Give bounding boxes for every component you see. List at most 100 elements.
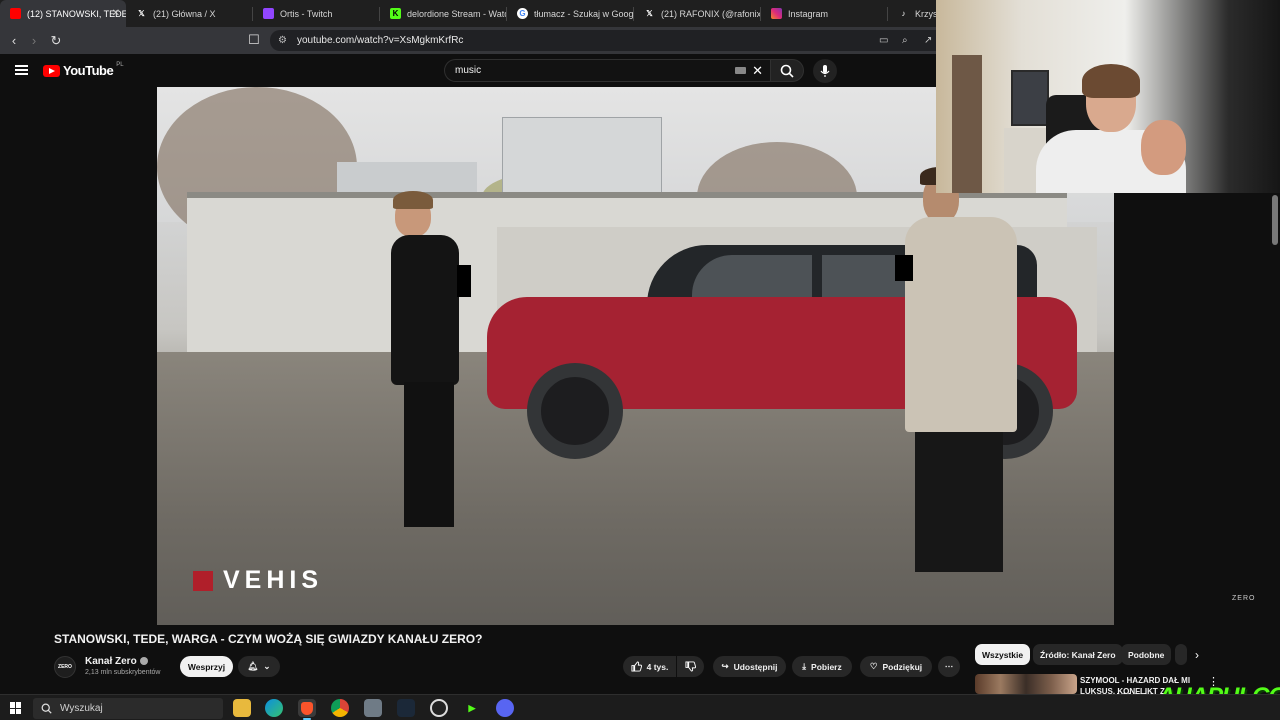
share-button[interactable]: ↪ Udostępnij	[713, 656, 786, 677]
search-input[interactable]: music ✕	[444, 59, 770, 82]
instagram-icon	[771, 8, 782, 19]
thanks-button[interactable]: ♡ Podziękuj	[860, 656, 932, 677]
back-icon[interactable]: ‹	[4, 31, 24, 51]
search-icon	[780, 64, 794, 78]
url-text: youtube.com/watch?v=XsMgkmKrfRc	[296, 35, 464, 46]
chevron-right-icon[interactable]: ›	[1195, 648, 1199, 662]
youtube-logo[interactable]: YouTube PL	[43, 61, 124, 78]
vehis-mark-icon	[193, 570, 213, 591]
country-code: PL	[116, 61, 124, 68]
cast-icon[interactable]: ▭	[879, 35, 888, 46]
tab-x-rafonix[interactable]: 𝕏 (21) RAFONIX (@rafonixxx	[634, 0, 760, 27]
youtube-logo-text: YouTube	[63, 63, 114, 78]
tab-twitch[interactable]: Ortis - Twitch	[253, 0, 379, 27]
car-wheel	[527, 363, 623, 459]
share-label: Udostępnij	[733, 661, 778, 672]
support-button[interactable]: Wesprzyj	[180, 656, 233, 677]
windows-start-icon[interactable]	[10, 702, 22, 714]
x-icon: 𝕏	[138, 9, 145, 18]
person-hair	[393, 191, 433, 209]
tab-label: (21) RAFONIX (@rafonixxx	[661, 8, 760, 19]
brave-icon[interactable]	[298, 699, 316, 720]
streamer-hair	[1082, 64, 1140, 98]
like-button[interactable]: 4 tys.	[623, 656, 676, 677]
related-video-thumbnail[interactable]	[975, 674, 1077, 694]
vehis-logo: VEHIS	[193, 566, 323, 595]
tab-youtube[interactable]: (12) STANOWSKI, TEDE ✕	[0, 0, 126, 27]
video-title: STANOWSKI, TEDE, WARGA - CZYM WOŻĄ SIĘ G…	[54, 632, 483, 646]
bookmark-icon[interactable]: ☐	[244, 30, 264, 50]
more-actions-button[interactable]: ⋯	[938, 656, 960, 677]
tab-label: delordione Stream - Watch	[407, 8, 506, 19]
thumbs-up-icon	[631, 661, 642, 672]
youtube-icon	[10, 8, 21, 19]
microphone	[895, 255, 913, 281]
search-icon	[41, 703, 52, 714]
kick-app-icon[interactable]: ▶	[463, 699, 481, 717]
file-explorer-icon[interactable]	[233, 699, 251, 717]
tab-google[interactable]: G tłumacz - Szukaj w Google	[507, 0, 633, 27]
page-scrollbar[interactable]	[1272, 195, 1278, 245]
chip-all[interactable]: Wszystkie	[975, 644, 1031, 665]
windows-taskbar: Wyszukaj ▶	[0, 694, 1280, 720]
menu-icon[interactable]	[15, 65, 28, 75]
kick-icon: K	[390, 8, 401, 19]
voice-search-button[interactable]	[813, 59, 837, 83]
tiktok-icon: ♪	[901, 9, 906, 18]
microphone	[457, 265, 471, 297]
subscriber-count: 2,13 mln subskrybentów	[85, 669, 161, 676]
thanks-label: Podziękuj	[882, 661, 923, 672]
door	[952, 55, 982, 193]
discord-icon[interactable]	[496, 699, 514, 717]
close-tab-icon[interactable]: ✕	[112, 8, 120, 19]
steam-icon[interactable]	[397, 699, 415, 717]
clear-search-icon[interactable]: ✕	[752, 63, 763, 79]
channel-watermark: ZERO	[1232, 595, 1256, 602]
zoom-icon[interactable]: ⌕	[902, 35, 908, 46]
chrome-icon[interactable]	[331, 699, 349, 717]
taskbar-search[interactable]: Wyszukaj	[33, 698, 223, 719]
twitch-icon	[263, 8, 274, 19]
channel-name[interactable]: Kanał Zero	[85, 656, 148, 667]
tab-label: tłumacz - Szukaj w Google	[534, 8, 633, 19]
share-page-icon[interactable]: ↗	[924, 35, 932, 46]
channel-avatar[interactable]: ZERO	[54, 656, 76, 678]
download-icon: ⤓	[802, 661, 807, 671]
obs-icon[interactable]	[430, 699, 448, 717]
chip-similar[interactable]: Podobne	[1121, 644, 1172, 665]
tab-kick[interactable]: K delordione Stream - Watch	[380, 0, 506, 27]
heart-dollar-icon: ♡	[869, 661, 878, 671]
streamer-hand	[1141, 120, 1186, 175]
person-body	[391, 235, 459, 385]
google-icon: G	[517, 8, 528, 19]
edge-icon[interactable]	[265, 699, 283, 717]
reload-icon[interactable]: ↻	[46, 31, 66, 51]
poster	[1011, 70, 1049, 126]
chip-more[interactable]	[1175, 644, 1187, 665]
site-settings-icon[interactable]: ⚙	[278, 35, 287, 46]
webcam-overlay	[936, 0, 1280, 193]
bell-icon: 🔔︎	[247, 661, 259, 671]
tab-label: (21) Główna / X	[153, 8, 216, 19]
taskbar-search-placeholder: Wyszukaj	[60, 703, 103, 714]
support-label: Wesprzyj	[187, 661, 226, 672]
tab-x-home[interactable]: 𝕏 (21) Główna / X	[126, 0, 252, 27]
search-button[interactable]	[770, 59, 804, 82]
vehis-text: VEHIS	[223, 566, 324, 594]
download-button[interactable]: ⤓ Pobierz	[792, 656, 852, 677]
like-count: 4 tys.	[646, 661, 669, 672]
chip-source[interactable]: Źródło: Kanał Zero	[1033, 644, 1123, 665]
download-label: Pobierz	[811, 661, 842, 672]
search-query: music	[455, 65, 482, 76]
tab-label: Instagram	[788, 8, 829, 19]
screen: (12) STANOWSKI, TEDE ✕ 𝕏 (21) Główna / X…	[0, 0, 1280, 720]
keyboard-icon[interactable]	[735, 67, 746, 74]
app-icon[interactable]	[364, 699, 382, 717]
notifications-button[interactable]: 🔔︎ ⌄	[238, 656, 280, 677]
x-icon: 𝕏	[646, 9, 653, 18]
thumbs-down-icon	[685, 661, 696, 672]
dislike-button[interactable]	[677, 656, 704, 677]
forward-icon[interactable]: ›	[24, 31, 44, 51]
more-icon: ⋯	[944, 661, 954, 671]
tab-instagram[interactable]: Instagram	[761, 0, 887, 27]
